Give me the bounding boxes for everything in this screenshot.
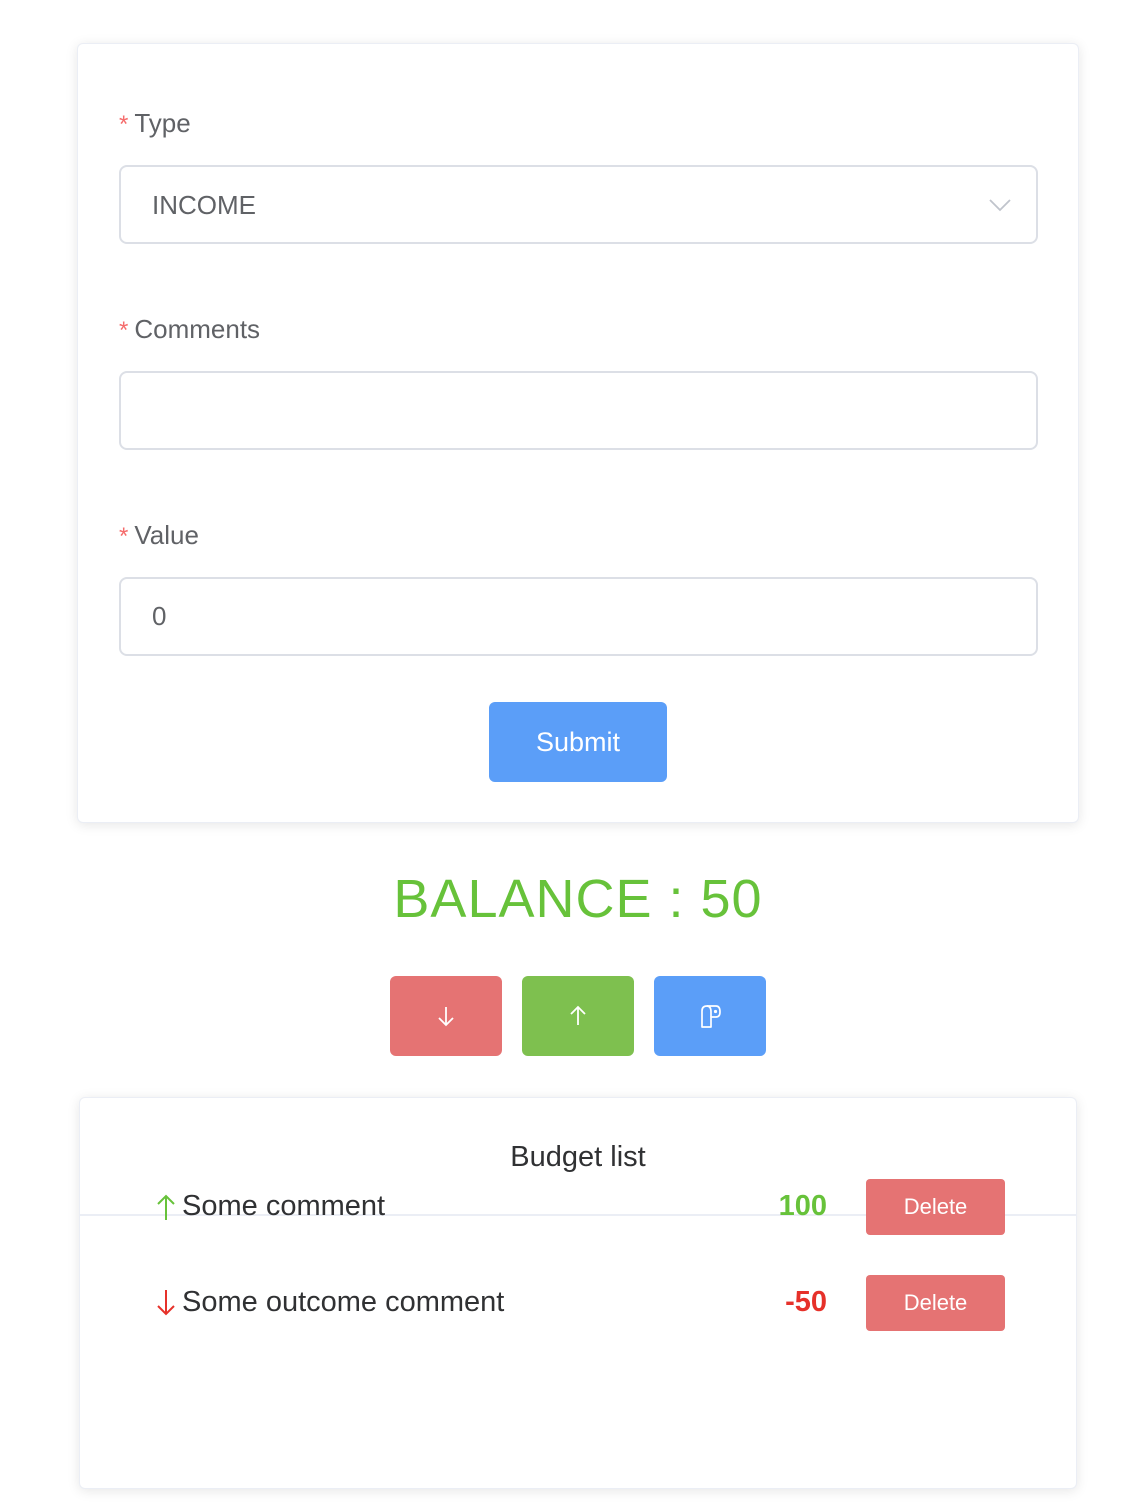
arrow-up-icon (570, 1005, 586, 1025)
comments-label-text: Comments (134, 314, 261, 344)
required-mark: * (119, 111, 129, 138)
type-label: * Type (119, 108, 191, 140)
value-label: * Value (119, 520, 199, 552)
item-comment: Some comment (182, 1190, 386, 1222)
delete-button[interactable]: Delete (866, 1275, 1005, 1331)
toilet-paper-icon (701, 1005, 721, 1028)
required-mark: * (119, 317, 129, 344)
comments-input[interactable] (121, 373, 1036, 448)
delete-button[interactable]: Delete (866, 1179, 1005, 1235)
arrow-up-icon (157, 1194, 175, 1220)
outcome-filter-button[interactable] (390, 976, 502, 1056)
list-item: Some outcome comment -50 Delete (79, 1275, 1077, 1331)
arrow-down-icon (157, 1290, 175, 1316)
type-label-text: Type (134, 108, 191, 138)
item-value: -50 (785, 1286, 827, 1318)
type-select[interactable]: INCOME (119, 165, 1038, 244)
submit-button[interactable]: Submit (489, 702, 667, 782)
item-value: 100 (778, 1190, 827, 1222)
budget-app: *Type INCOME *Comments *Value Submit BAL… (0, 0, 1144, 1510)
value-label-text: Value (134, 520, 199, 550)
chevron-down-icon (989, 199, 1011, 212)
item-comment: Some outcome comment (182, 1286, 505, 1318)
type-select-value: INCOME (152, 190, 256, 220)
list-item: Some comment 100 Delete (79, 1179, 1077, 1235)
budget-form: *Type INCOME *Comments *Value Submit (77, 43, 1079, 823)
comments-field-wrapper (119, 371, 1038, 450)
value-input[interactable] (121, 579, 1036, 654)
income-filter-button[interactable] (522, 976, 634, 1056)
balance-display: BALANCE : 50 (393, 869, 763, 929)
value-field-wrapper (119, 577, 1038, 656)
required-mark: * (119, 523, 129, 550)
comments-label: * Comments (119, 314, 260, 346)
reset-filter-button[interactable] (654, 976, 766, 1056)
arrow-down-icon (438, 1007, 454, 1027)
